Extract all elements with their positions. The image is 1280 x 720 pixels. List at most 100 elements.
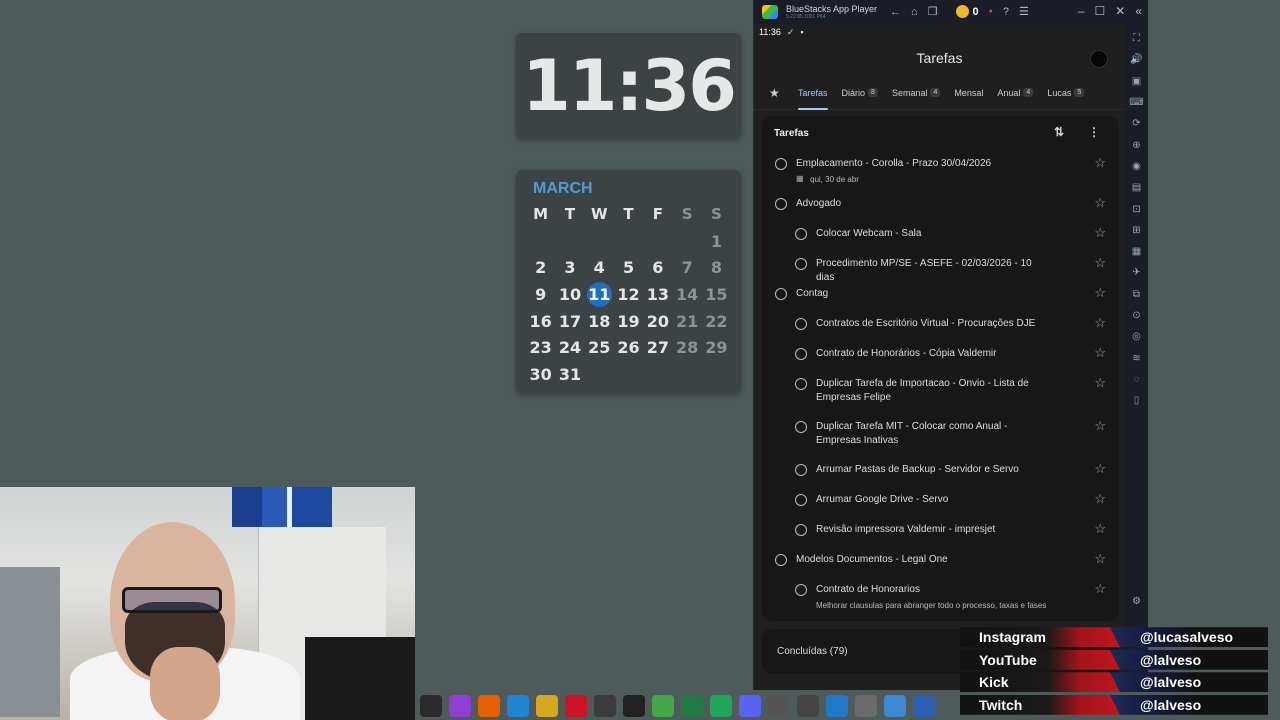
multi-instance-icon[interactable]: ❐: [928, 5, 938, 18]
star-icon[interactable]: ☆: [1094, 315, 1106, 331]
star-icon[interactable]: ☆: [1094, 225, 1106, 241]
image-icon[interactable]: ▦: [1125, 241, 1148, 262]
task-item[interactable]: Modelos Documentos - Legal One ☆: [762, 546, 1119, 576]
task-complete-checkbox[interactable]: [775, 554, 787, 566]
task-complete-checkbox[interactable]: [795, 258, 807, 270]
task-item[interactable]: Contrato de Honorários - Cópia Valdemir ☆: [762, 340, 1119, 370]
tab-semanal[interactable]: Semanal 4: [892, 76, 941, 110]
tab-lucas[interactable]: Lucas 5: [1047, 76, 1085, 110]
more-options-icon[interactable]: ⋮: [1088, 125, 1100, 139]
task-complete-checkbox[interactable]: [795, 494, 807, 506]
app-icon[interactable]: [855, 695, 877, 717]
task-complete-checkbox[interactable]: [775, 158, 787, 170]
app-icon[interactable]: [768, 695, 790, 717]
tab-tarefas[interactable]: Tarefas: [798, 76, 828, 110]
record-icon[interactable]: ⊞: [1125, 220, 1148, 241]
task-item[interactable]: Advogado ☆: [762, 190, 1119, 220]
close-icon[interactable]: ✕: [1115, 4, 1125, 18]
app-icon[interactable]: [594, 695, 616, 717]
back-icon[interactable]: ←: [890, 6, 901, 18]
capcut-icon[interactable]: [623, 695, 645, 717]
task-item[interactable]: Duplicar Tarefa MIT - Colocar como Anual…: [762, 413, 1119, 446]
star-icon[interactable]: ☆: [1094, 375, 1106, 391]
task-complete-checkbox[interactable]: [775, 288, 787, 300]
maximize-icon[interactable]: ☐: [1094, 4, 1105, 18]
star-icon[interactable]: ☆: [1094, 551, 1106, 567]
task-complete-checkbox[interactable]: [795, 378, 807, 390]
tab-mensal[interactable]: Mensal: [954, 76, 983, 110]
home-icon[interactable]: ⌂: [911, 6, 918, 18]
media-icon[interactable]: ▣: [1125, 71, 1148, 92]
airplane-icon[interactable]: ✈: [1125, 262, 1148, 283]
tab-dirio[interactable]: Diário 8: [842, 76, 878, 110]
star-icon[interactable]: ☆: [1094, 461, 1106, 477]
star-icon[interactable]: ☆: [1094, 418, 1106, 434]
rotate-icon[interactable]: ⟳: [1125, 113, 1148, 134]
fullscreen-icon[interactable]: ⛶: [1125, 28, 1148, 49]
help-icon[interactable]: ?: [1003, 6, 1009, 18]
star-icon[interactable]: ☆: [1094, 255, 1106, 271]
star-icon[interactable]: ☆: [1094, 155, 1106, 171]
excel-icon[interactable]: [681, 695, 703, 717]
task-complete-checkbox[interactable]: [795, 584, 807, 596]
bluestacks-icon[interactable]: [652, 695, 674, 717]
collapse-sidebar-icon[interactable]: «: [1135, 4, 1142, 18]
gamepad-icon[interactable]: ◉: [1125, 156, 1148, 177]
discord-icon[interactable]: [739, 695, 761, 717]
settings-icon[interactable]: ⚙: [1125, 591, 1148, 612]
star-icon[interactable]: ☆: [1094, 581, 1106, 597]
task-item[interactable]: Contratos de Escritório Virtual - Procur…: [762, 310, 1119, 340]
sync-icon[interactable]: ⊕: [1125, 134, 1148, 155]
vscode-icon[interactable]: [826, 695, 848, 717]
gallery-icon[interactable]: ▤: [1125, 177, 1148, 198]
task-item[interactable]: Arrumar Pastas de Backup - Servidor e Se…: [762, 456, 1119, 486]
task-complete-checkbox[interactable]: [795, 421, 807, 433]
eco-icon[interactable]: ◌: [1125, 369, 1148, 390]
notepad-icon[interactable]: [884, 695, 906, 717]
tab-anual[interactable]: Anual 4: [997, 76, 1034, 110]
star-icon[interactable]: ☆: [1094, 345, 1106, 361]
task-item[interactable]: Arrumar Google Drive - Servo ☆: [762, 486, 1119, 516]
word-icon[interactable]: [913, 695, 935, 717]
task-complete-checkbox[interactable]: [795, 524, 807, 536]
task-complete-checkbox[interactable]: [775, 198, 787, 210]
starred-tab-star-icon[interactable]: ★: [769, 86, 783, 100]
coins-badge[interactable]: 0: [955, 5, 979, 18]
keyboard-icon[interactable]: ⌨: [1125, 92, 1148, 113]
task-item[interactable]: Duplicar Tarefa de Importacao - Onvio - …: [762, 370, 1119, 403]
star-icon[interactable]: ☆: [1094, 195, 1106, 211]
app-icon[interactable]: [797, 695, 819, 717]
avatar[interactable]: [1090, 50, 1108, 68]
star-icon[interactable]: ☆: [1094, 491, 1106, 507]
minimize-icon[interactable]: –: [1078, 4, 1085, 18]
task-item[interactable]: Contag ☆: [762, 280, 1119, 310]
task-complete-checkbox[interactable]: [795, 464, 807, 476]
sheets-icon[interactable]: [710, 695, 732, 717]
app-icon[interactable]: [420, 695, 442, 717]
shake-icon[interactable]: ◎: [1125, 326, 1148, 347]
menu-icon[interactable]: ☰: [1019, 5, 1029, 18]
volume-icon[interactable]: 🔊: [1125, 49, 1148, 70]
layers-icon[interactable]: ≋: [1125, 347, 1148, 368]
screenshot-icon[interactable]: ⊡: [1125, 198, 1148, 219]
task-complete-checkbox[interactable]: [795, 318, 807, 330]
edge-icon[interactable]: [507, 695, 529, 717]
task-complete-checkbox[interactable]: [795, 228, 807, 240]
star-icon[interactable]: ☆: [1094, 285, 1106, 301]
task-item[interactable]: Colocar Webcam - Sala ☆: [762, 220, 1119, 250]
location-icon[interactable]: ⊙: [1125, 305, 1148, 326]
chrome-icon[interactable]: [536, 695, 558, 717]
copy-icon[interactable]: ⧉: [1125, 284, 1148, 305]
task-item[interactable]: Emplacamento - Corolla - Prazo 30/04/202…: [762, 150, 1119, 184]
task-item[interactable]: Revisão impressora Valdemir - impresjet ☆: [762, 516, 1119, 546]
task-complete-checkbox[interactable]: [795, 348, 807, 360]
opera-icon[interactable]: [565, 695, 587, 717]
task-item[interactable]: Contrato de Honorarios Melhorar clausulas…: [762, 576, 1119, 610]
sidebar-toggle-icon[interactable]: ▯: [1125, 390, 1148, 411]
app-icon[interactable]: [449, 695, 471, 717]
task-item[interactable]: Procedimento MP/SE - ASEFE - 02/03/2026 …: [762, 250, 1119, 283]
sort-icon[interactable]: ⇅: [1054, 125, 1064, 139]
firefox-icon[interactable]: [478, 695, 500, 717]
star-icon[interactable]: ☆: [1094, 521, 1106, 537]
notification-icon[interactable]: ●: [989, 8, 993, 15]
